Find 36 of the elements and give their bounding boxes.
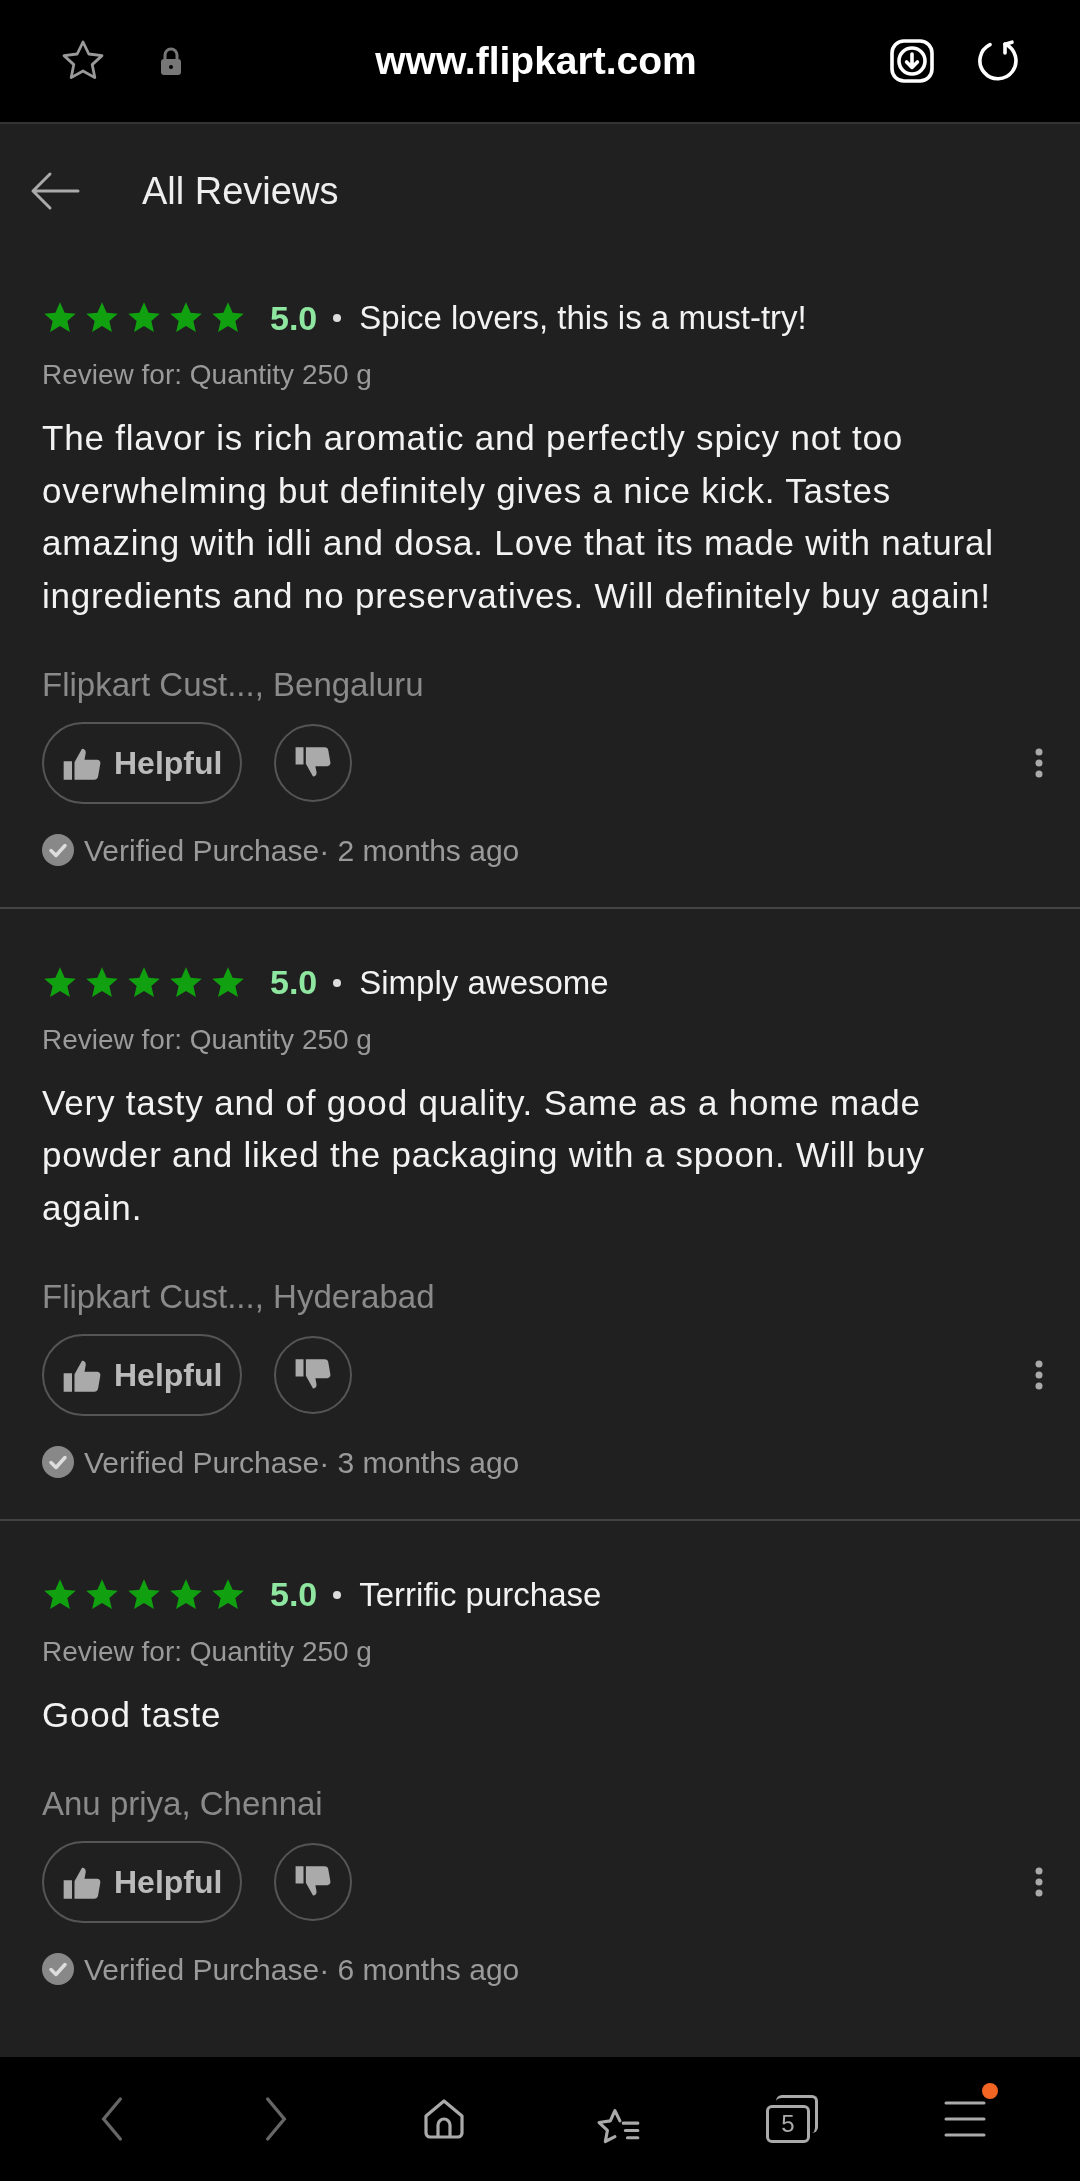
helpful-button[interactable]: Helpful [42,1840,243,1923]
url-text[interactable]: www.flipkart.com [375,31,697,91]
more-options-icon[interactable] [1034,747,1044,778]
check-circle-icon [42,1446,74,1478]
variant-text: Review for: Quantity 250 g [42,1022,373,1057]
variant-text: Review for: Quantity 250 g [42,1634,373,1669]
rating-value: 5.0 [270,297,318,339]
back-arrow-icon[interactable] [30,171,80,211]
review-title: Spice lovers, this is a must-try! [359,298,807,339]
more-options-icon[interactable] [1034,1359,1044,1390]
review-title: Simply awesome [359,962,609,1003]
reviewer-name: Flipkart Cust..., Hyderabad [42,1277,436,1317]
check-circle-icon [42,1953,74,1985]
menu-icon[interactable] [942,2099,988,2139]
rating-value: 5.0 [270,1574,318,1615]
more-options-icon[interactable] [1034,1866,1044,1897]
download-icon[interactable] [888,37,936,85]
helpful-button[interactable]: Helpful [42,721,243,804]
page-title: All Reviews [142,168,339,214]
verified-purchase-text: Verified Purchase· 2 months ago [84,832,520,869]
check-circle-icon [42,834,74,866]
variant-text: Review for: Quantity 250 g [42,358,373,392]
rating-value: 5.0 [270,962,318,1003]
review-text: Very tasty and of good quality. Same as a home made powder and liked the packaging with a spoon. Will buy again. [42,1081,926,1229]
reviewer-name: Flipkart Cust..., Bengaluru [42,665,425,705]
review-title: Terrific purchase [359,1574,602,1615]
review-text: Good taste [42,1693,223,1736]
thumbs-down-button[interactable] [274,1842,353,1921]
helpful-button[interactable]: Helpful [42,1333,243,1416]
reviewer-name: Anu priya, Chennai [42,1784,324,1824]
verified-purchase-text: Verified Purchase· 3 months ago [84,1444,520,1481]
review-text: The flavor is rich aromatic and perfectly spicy not too overwhelming but definitely gives a nice kick. Tastes amazing with idli and dosa. Love that its made with natural ingredients and no preservatives. Will definitely buy again! [42,417,995,617]
thumbs-down-button[interactable] [274,1335,353,1414]
verified-purchase-text: Verified Purchase· 6 months ago [84,1951,520,1988]
lock-icon [158,46,184,76]
thumbs-down-button[interactable] [274,723,353,802]
